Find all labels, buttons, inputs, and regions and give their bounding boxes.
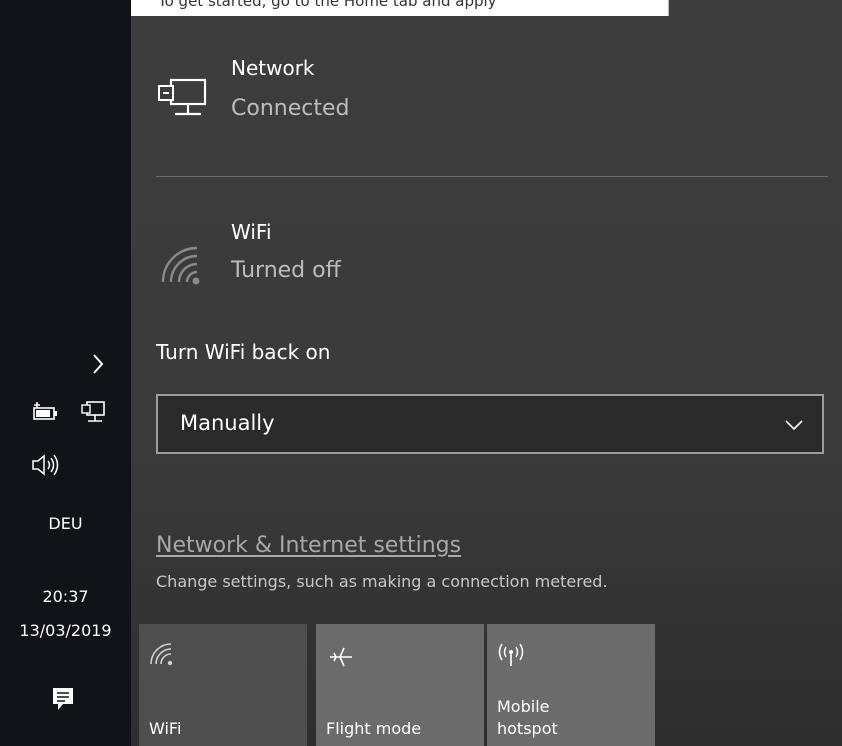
wifi-status: Turned off [231, 258, 341, 283]
quick-action-flight-mode[interactable]: Flight mode [316, 624, 484, 746]
network-internet-settings-link[interactable]: Network & Internet settings [156, 533, 461, 558]
taskbar: DEU 20:37 13/03/2019 [0, 0, 131, 746]
quick-action-label: Mobile hotspot [497, 697, 558, 738]
turn-wifi-on-dropdown[interactable]: Manually [156, 394, 824, 454]
network-status: Connected [231, 96, 350, 121]
input-language[interactable]: DEU [0, 514, 131, 533]
clock-date[interactable]: 13/03/2019 [0, 621, 131, 640]
quick-action-label: WiFi [149, 719, 182, 738]
network-tray-icon[interactable] [80, 400, 108, 430]
chevron-down-icon [784, 416, 804, 435]
settings-description: Change settings, such as making a connec… [156, 572, 608, 591]
quick-action-label: Flight mode [326, 719, 422, 738]
airplane-icon [326, 642, 356, 676]
divider [156, 176, 828, 177]
quick-action-mobile-hotspot[interactable]: Mobile hotspot [487, 624, 655, 746]
volume-icon[interactable] [30, 452, 62, 482]
wifi-icon [149, 642, 177, 670]
turn-wifi-on-label: Turn WiFi back on [156, 340, 331, 364]
dropdown-selected-value: Manually [180, 411, 275, 435]
show-hidden-icons-chevron-icon[interactable] [88, 350, 108, 378]
ethernet-monitor-icon [155, 76, 211, 126]
wifi-icon [159, 244, 207, 290]
clock-time[interactable]: 20:37 [0, 587, 131, 606]
network-item-wifi[interactable]: WiFi Turned off [131, 210, 842, 300]
action-center-icon[interactable] [50, 685, 76, 719]
quick-action-wifi[interactable]: WiFi [139, 624, 307, 746]
wifi-name: WiFi [231, 220, 272, 244]
background-window-strip: To get started, go to the Home tab and a… [131, 0, 669, 16]
network-name: Network [231, 56, 315, 80]
network-item-ethernet[interactable]: Network Connected [131, 48, 842, 148]
hotspot-icon [497, 642, 525, 672]
battery-icon[interactable] [30, 402, 60, 428]
network-flyout: To get started, go to the Home tab and a… [131, 0, 842, 746]
background-window-text: To get started, go to the Home tab and a… [158, 0, 497, 10]
